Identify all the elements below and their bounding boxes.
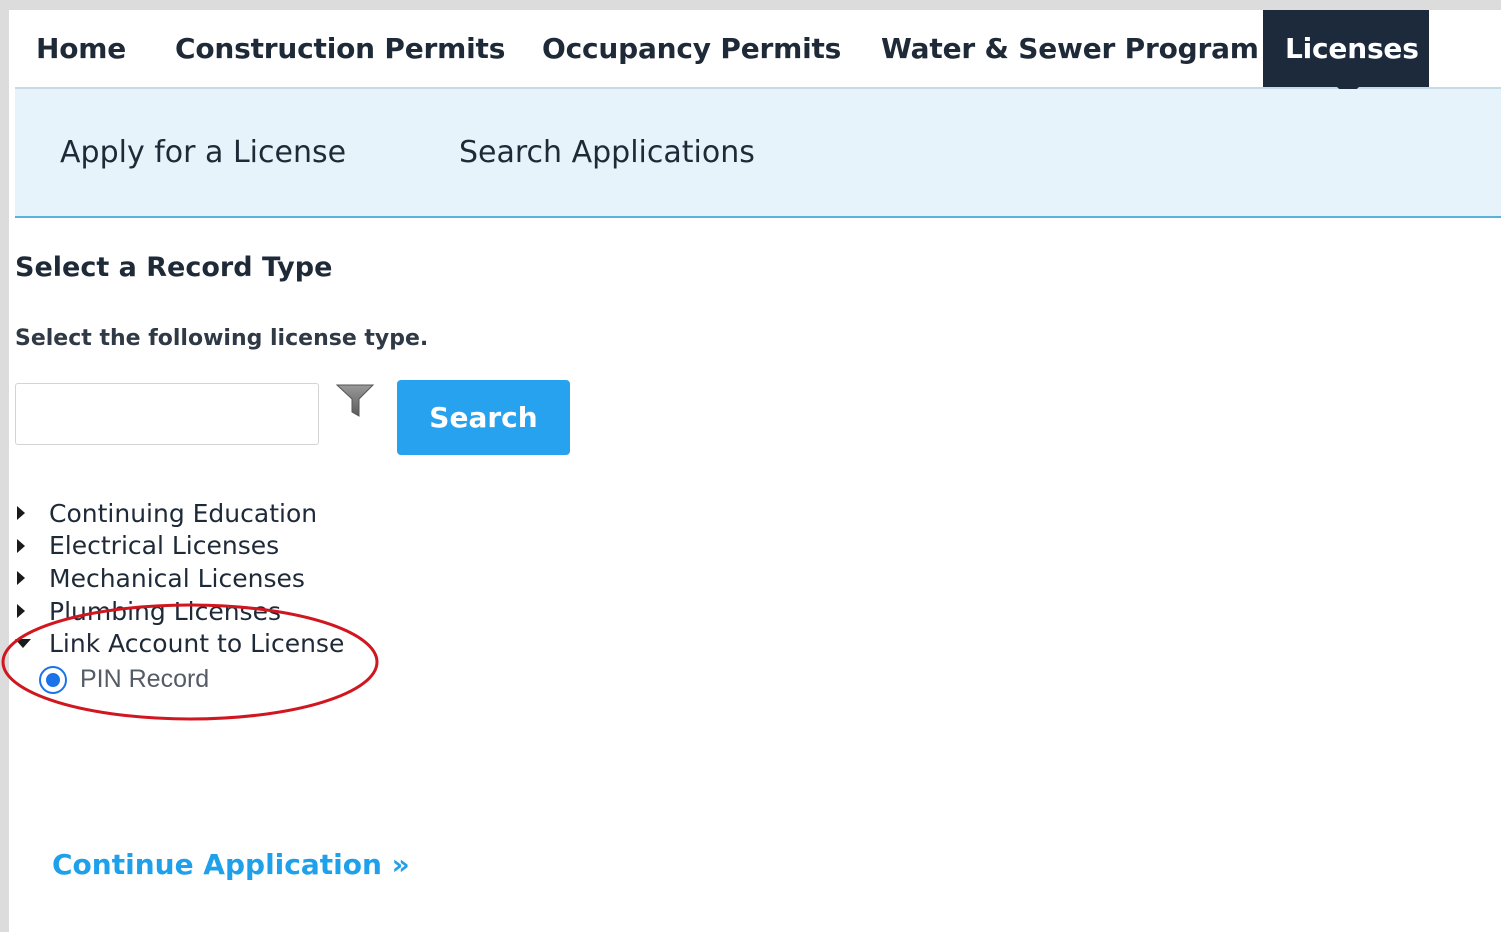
tree-item-link-account-to-license[interactable]: Link Account to License — [15, 627, 344, 660]
record-type-search-input[interactable] — [15, 383, 319, 445]
tree-item-plumbing-licenses[interactable]: Plumbing Licenses — [15, 595, 344, 628]
record-type-tree: Continuing Education Electrical Licenses… — [15, 497, 344, 700]
window-frame-top — [0, 0, 1501, 10]
tab-construction-permits[interactable]: Construction Permits — [175, 10, 505, 87]
pin-record-label: PIN Record — [80, 665, 210, 694]
instruction-text: Select the following license type. — [15, 326, 429, 351]
caret-down-icon — [15, 639, 31, 649]
apply-for-license-link[interactable]: Apply for a License — [60, 89, 346, 216]
caret-right-icon — [17, 571, 25, 586]
tree-item-label: Plumbing Licenses — [49, 596, 281, 626]
caret-right-icon — [17, 538, 25, 553]
caret-right-icon — [17, 604, 25, 619]
top-navigation: Home Construction Permits Occupancy Perm… — [15, 10, 1501, 89]
tab-occupancy-permits[interactable]: Occupancy Permits — [542, 10, 841, 87]
window-frame-left — [0, 0, 9, 932]
tab-home[interactable]: Home — [36, 10, 126, 87]
tree-item-label: Link Account to License — [49, 629, 345, 659]
tree-item-label: Continuing Education — [49, 498, 318, 528]
tree-item-mechanical-licenses[interactable]: Mechanical Licenses — [15, 562, 344, 595]
sub-navigation: Apply for a License Search Applications — [15, 89, 1501, 218]
search-button[interactable]: Search — [397, 380, 570, 455]
tree-item-electrical-licenses[interactable]: Electrical Licenses — [15, 530, 344, 563]
caret-right-icon — [17, 506, 25, 521]
tree-item-label: Electrical Licenses — [49, 531, 280, 561]
screen: Home Construction Permits Occupancy Perm… — [0, 0, 1501, 932]
tree-item-continuing-education[interactable]: Continuing Education — [15, 497, 344, 530]
pin-record-option[interactable]: PIN Record — [15, 660, 344, 700]
search-applications-link[interactable]: Search Applications — [459, 89, 755, 216]
page-title: Select a Record Type — [15, 252, 333, 283]
tab-water-sewer-program[interactable]: Water & Sewer Program — [881, 10, 1259, 87]
pin-record-radio[interactable] — [39, 665, 67, 694]
continue-application-link[interactable]: Continue Application » — [52, 848, 410, 881]
tree-item-label: Mechanical Licenses — [49, 563, 305, 593]
tab-licenses[interactable]: Licenses — [1263, 10, 1429, 87]
filter-icon[interactable] — [335, 383, 375, 419]
